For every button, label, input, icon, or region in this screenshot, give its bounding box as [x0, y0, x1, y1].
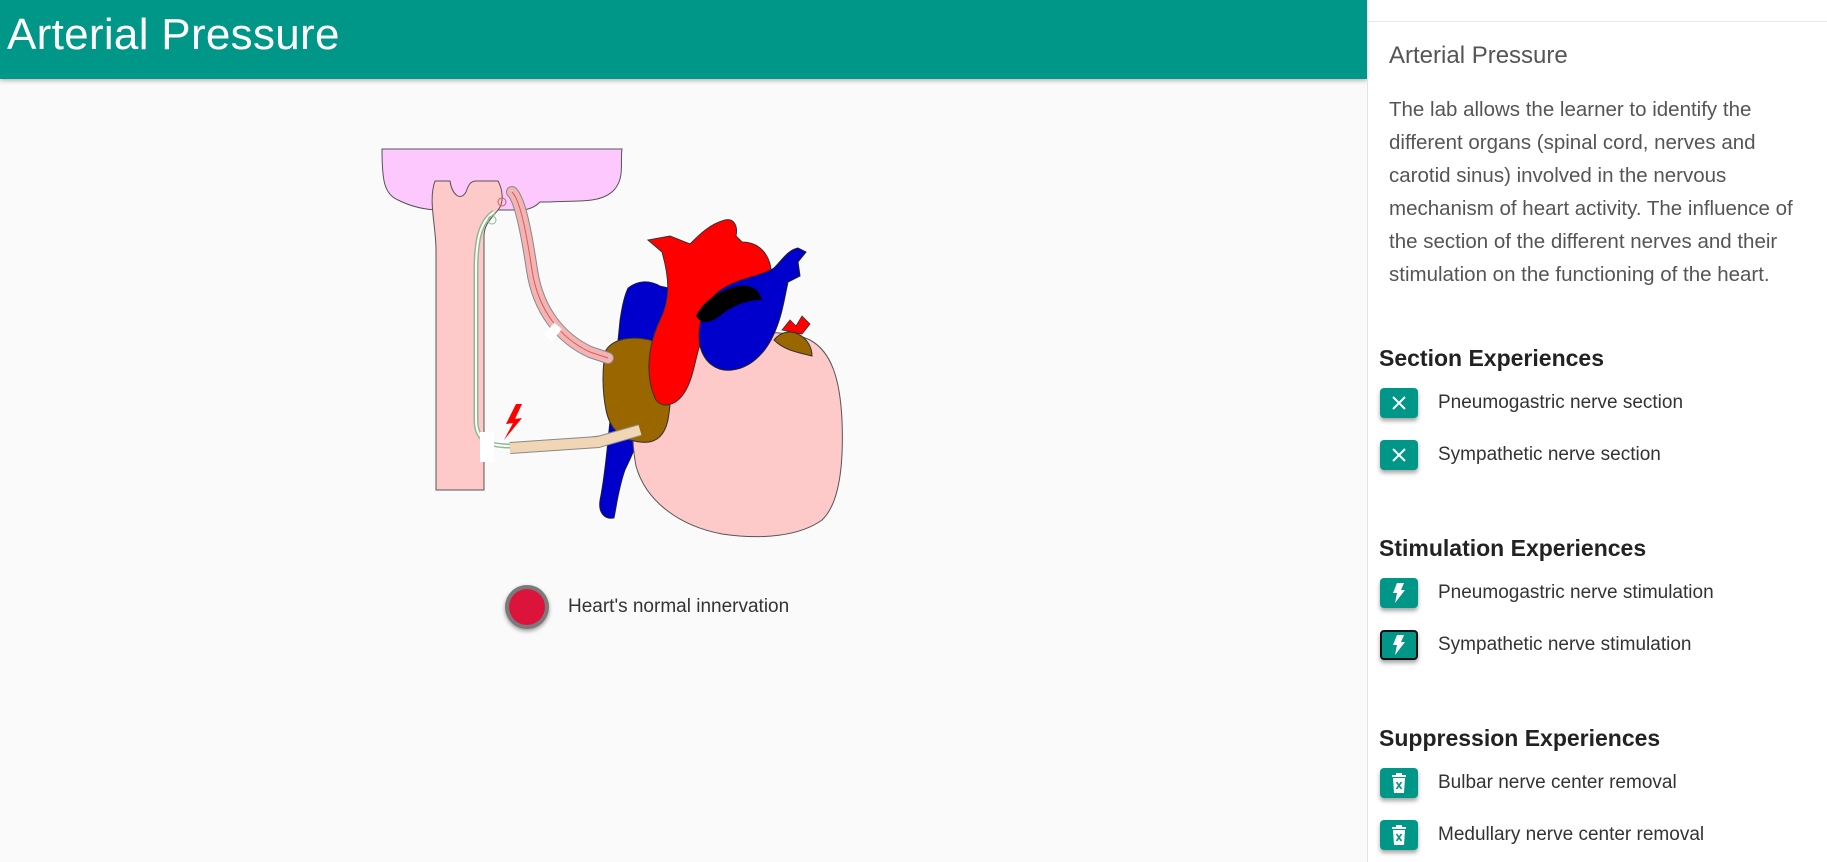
- lightning-icon: [1393, 583, 1405, 603]
- page-title: Arterial Pressure: [7, 10, 340, 59]
- app-header: Arterial Pressure: [0, 0, 1367, 79]
- legend: Heart's normal innervation: [505, 582, 789, 632]
- pneumogastric-section-item[interactable]: Pneumogastric nerve section: [1380, 386, 1683, 420]
- status-indicator: [509, 589, 545, 625]
- bulbar-removal-item[interactable]: Bulbar nerve center removal: [1380, 766, 1677, 800]
- medullary-removal-button[interactable]: [1380, 820, 1418, 850]
- artery-branches: [781, 315, 811, 335]
- sidebar-description: The lab allows the learner to identify t…: [1389, 98, 1793, 286]
- sympathetic-section-label: Sympathetic nerve section: [1438, 444, 1661, 465]
- legend-label: Heart's normal innervation: [568, 596, 790, 617]
- lightning-icon: [1393, 635, 1405, 655]
- section-marker-sympathetic: [480, 432, 494, 462]
- section-experiences-heading: Section Experiences: [1379, 345, 1604, 371]
- pneumogastric-stimulation-button[interactable]: [1380, 578, 1418, 608]
- medullary-removal-item[interactable]: Medullary nerve center removal: [1380, 818, 1704, 852]
- sidebar-divider: [1368, 21, 1827, 22]
- app-root: Arterial Pressure Heart's normal innerva…: [0, 0, 1827, 862]
- sympathetic-stimulation-button[interactable]: [1380, 630, 1418, 660]
- main-panel: Arterial Pressure Heart's normal innerva…: [0, 0, 1367, 862]
- pneumogastric-section-label: Pneumogastric nerve section: [1438, 392, 1684, 413]
- medullary-removal-label: Medullary nerve center removal: [1438, 824, 1705, 845]
- pneumogastric-section-button[interactable]: [1380, 388, 1418, 418]
- stimulation-experiences-heading: Stimulation Experiences: [1379, 535, 1647, 561]
- sympathetic-stimulation-item[interactable]: Sympathetic nerve stimulation: [1380, 628, 1691, 662]
- close-icon: [1392, 448, 1406, 462]
- bulbar-removal-label: Bulbar nerve center removal: [1438, 772, 1677, 793]
- delete-icon: [1392, 773, 1406, 793]
- suppression-experiences-heading: Suppression Experiences: [1379, 725, 1661, 751]
- sympathetic-section-button[interactable]: [1380, 440, 1418, 470]
- pneumogastric-stimulation-label: Pneumogastric nerve stimulation: [1438, 582, 1714, 603]
- normal-innervation-button[interactable]: [505, 585, 549, 629]
- close-icon: [1392, 396, 1406, 410]
- sidebar-title: Arterial Pressure: [1389, 42, 1568, 69]
- bulbar-removal-button[interactable]: [1380, 768, 1418, 798]
- stimulation-lightning-icon: [504, 404, 522, 440]
- sidebar: Arterial Pressure The lab allows the lea…: [1367, 0, 1827, 862]
- sympathetic-nerve: [473, 209, 599, 449]
- heart-innervation-diagram: [381, 148, 843, 538]
- sympathetic-section-item[interactable]: Sympathetic nerve section: [1380, 438, 1661, 472]
- sympathetic-stimulation-label: Sympathetic nerve stimulation: [1438, 634, 1692, 655]
- pneumogastric-stimulation-item[interactable]: Pneumogastric nerve stimulation: [1380, 576, 1714, 610]
- delete-icon: [1392, 825, 1406, 845]
